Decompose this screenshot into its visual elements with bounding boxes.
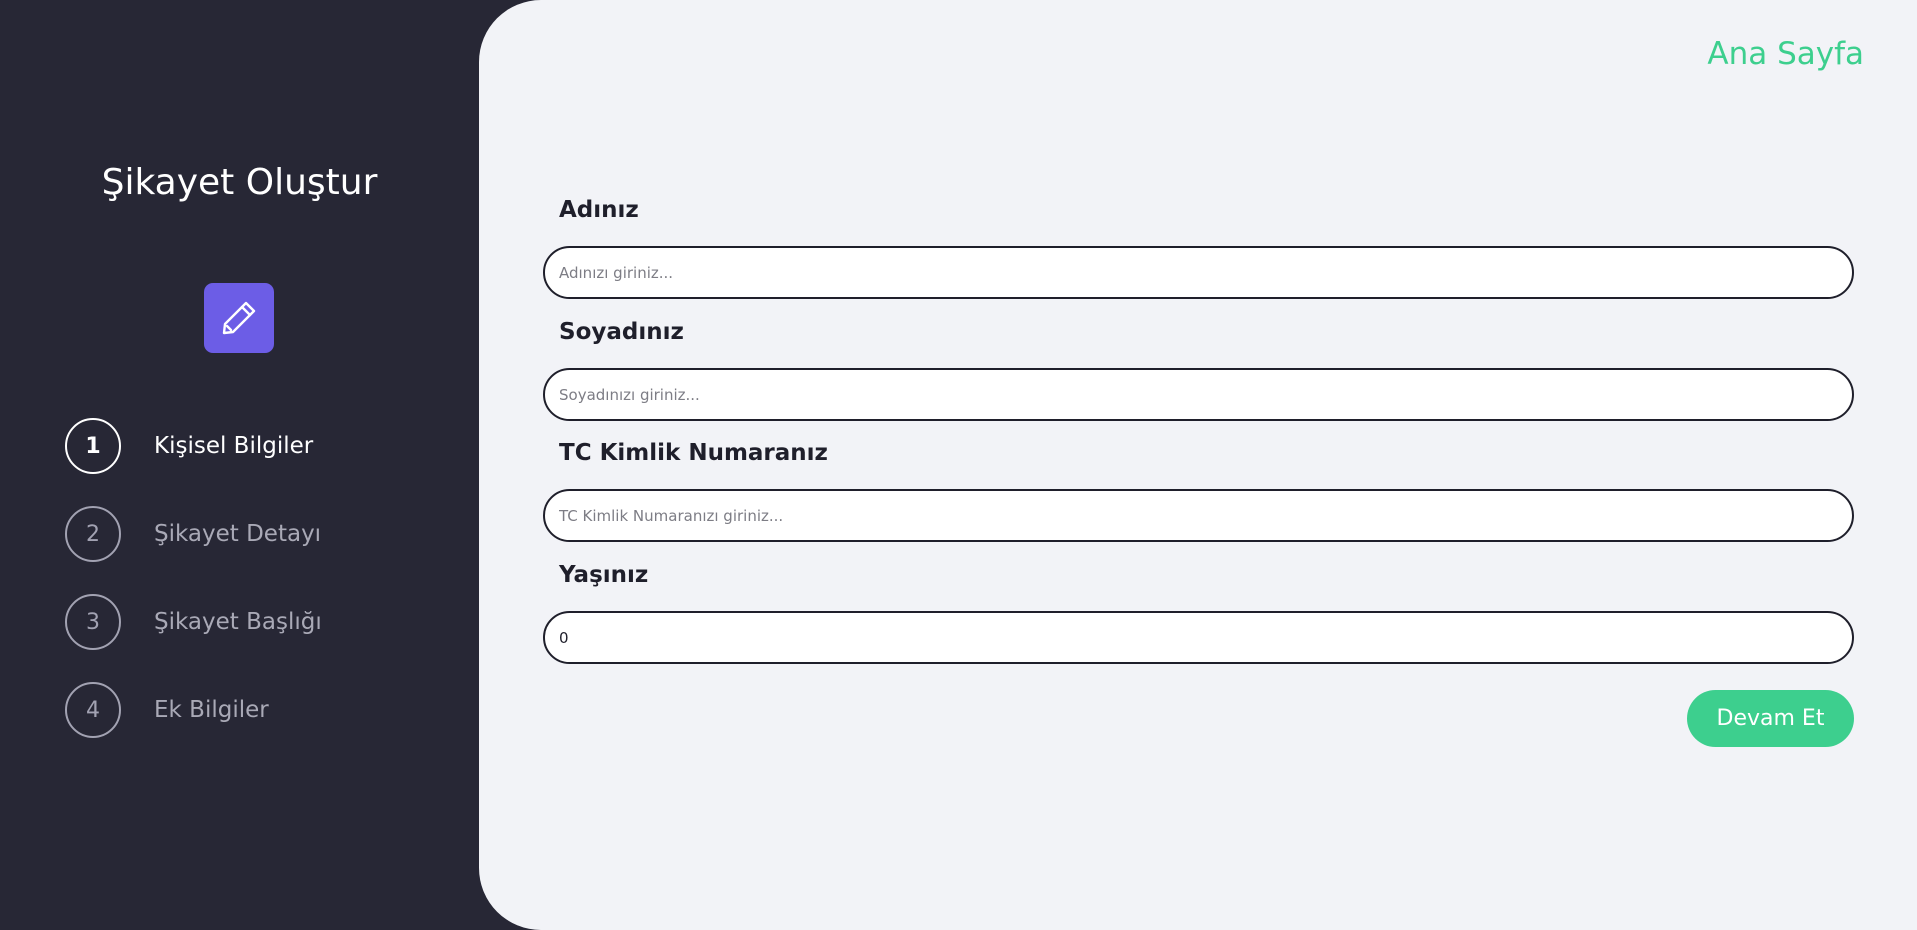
age-input[interactable] [543, 611, 1854, 664]
national-id-input[interactable] [543, 489, 1854, 542]
first-name-input[interactable] [543, 246, 1854, 299]
step-extra-info[interactable]: 4 Ek Bilgiler [65, 682, 269, 738]
national-id-label: TC Kimlik Numaranız [559, 440, 828, 466]
main-panel: Ana Sayfa Adınız Soyadınız TC Kimlik Num… [479, 0, 1917, 930]
step-label: Şikayet Başlığı [154, 609, 322, 635]
step-number: 2 [65, 506, 121, 562]
step-complaint-detail[interactable]: 2 Şikayet Detayı [65, 506, 321, 562]
sidebar: Şikayet Oluştur 1 Kişisel Bilgiler 2 Şik… [0, 0, 479, 930]
last-name-input[interactable] [543, 368, 1854, 421]
step-number: 4 [65, 682, 121, 738]
step-number: 3 [65, 594, 121, 650]
age-label: Yaşınız [559, 562, 649, 588]
app-window: Şikayet Oluştur 1 Kişisel Bilgiler 2 Şik… [0, 0, 1917, 930]
step-label: Kişisel Bilgiler [154, 433, 314, 459]
step-personal-info[interactable]: 1 Kişisel Bilgiler [65, 418, 313, 474]
step-list: 1 Kişisel Bilgiler 2 Şikayet Detayı 3 Şi… [0, 0, 479, 930]
last-name-label: Soyadınız [559, 319, 684, 345]
first-name-label: Adınız [559, 197, 639, 223]
step-complaint-title[interactable]: 3 Şikayet Başlığı [65, 594, 322, 650]
home-link[interactable]: Ana Sayfa [1707, 36, 1864, 72]
step-label: Ek Bilgiler [154, 697, 269, 723]
step-number: 1 [65, 418, 121, 474]
step-label: Şikayet Detayı [154, 521, 322, 547]
continue-button[interactable]: Devam Et [1687, 690, 1854, 747]
